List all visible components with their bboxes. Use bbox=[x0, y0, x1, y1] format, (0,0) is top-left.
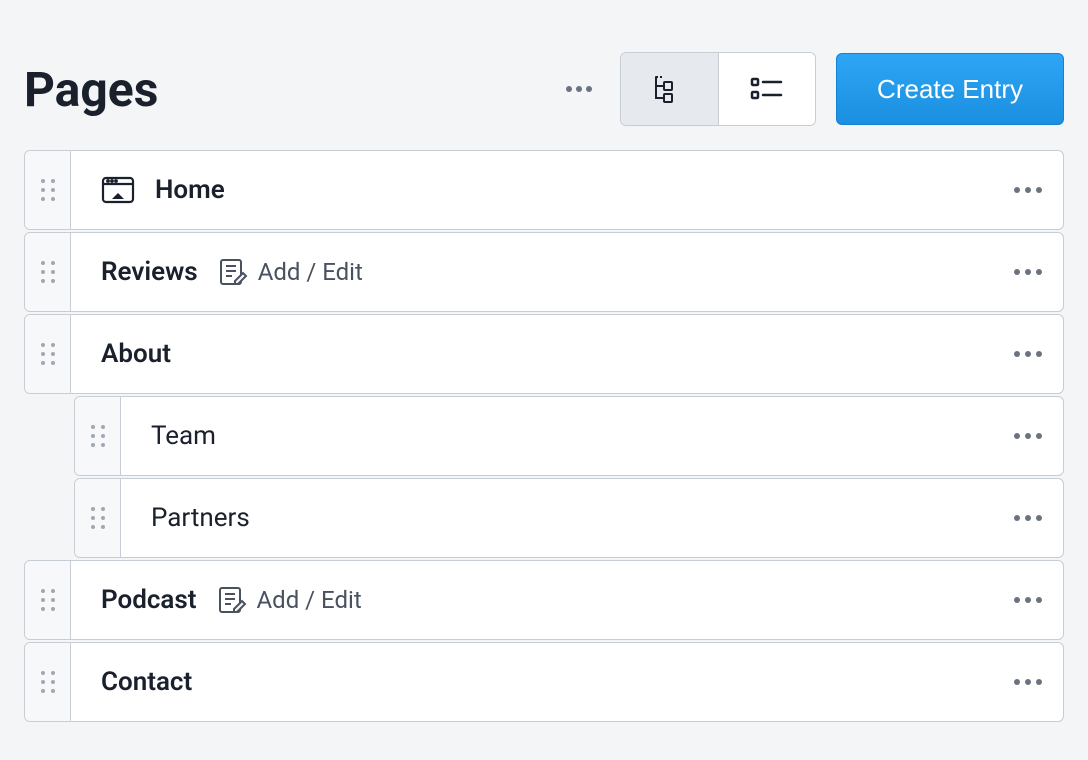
add-edit-label: Add / Edit bbox=[257, 586, 362, 614]
list-item: Podcast Add / Edit bbox=[24, 560, 1064, 640]
more-icon bbox=[1014, 597, 1042, 603]
list-item: Home bbox=[24, 150, 1064, 230]
list-icon bbox=[749, 74, 785, 104]
more-icon bbox=[1014, 269, 1042, 275]
more-icon bbox=[1014, 515, 1042, 521]
row-more-button[interactable] bbox=[993, 561, 1063, 639]
add-edit-label: Add / Edit bbox=[258, 258, 363, 286]
list-item-label: Partners bbox=[151, 503, 250, 533]
home-icon bbox=[101, 175, 135, 205]
list-view-button[interactable] bbox=[718, 53, 815, 125]
list-item-main[interactable]: Podcast Add / Edit bbox=[71, 561, 993, 639]
drag-handle[interactable] bbox=[25, 561, 71, 639]
drag-icon bbox=[41, 589, 55, 611]
drag-handle[interactable] bbox=[25, 233, 71, 311]
row-more-button[interactable] bbox=[993, 643, 1063, 721]
drag-handle[interactable] bbox=[75, 397, 121, 475]
list-item: Partners bbox=[74, 478, 1064, 558]
pages-list: Home Reviews Add / E bbox=[0, 150, 1088, 722]
row-more-button[interactable] bbox=[993, 233, 1063, 311]
drag-handle[interactable] bbox=[25, 643, 71, 721]
drag-icon bbox=[41, 261, 55, 283]
list-item-label: Reviews bbox=[101, 257, 198, 287]
more-icon bbox=[1014, 351, 1042, 357]
row-more-button[interactable] bbox=[993, 479, 1063, 557]
more-icon bbox=[1014, 433, 1042, 439]
list-item-label: Home bbox=[155, 175, 225, 205]
list-item-label: Podcast bbox=[101, 585, 197, 615]
drag-handle[interactable] bbox=[25, 315, 71, 393]
drag-handle[interactable] bbox=[75, 479, 121, 557]
row-more-button[interactable] bbox=[993, 315, 1063, 393]
list-item-label: Team bbox=[151, 421, 216, 451]
edit-list-icon bbox=[218, 257, 248, 287]
list-item-main[interactable]: Partners bbox=[121, 479, 993, 557]
tree-icon bbox=[652, 74, 688, 104]
list-item-label: Contact bbox=[101, 667, 192, 697]
list-item: Reviews Add / Edit bbox=[24, 232, 1064, 312]
list-item-main[interactable]: About bbox=[71, 315, 993, 393]
list-item: Team bbox=[74, 396, 1064, 476]
list-item-main[interactable]: Team bbox=[121, 397, 993, 475]
list-item-main[interactable]: Contact bbox=[71, 643, 993, 721]
row-more-button[interactable] bbox=[993, 397, 1063, 475]
drag-icon bbox=[91, 507, 105, 529]
header-more-button[interactable] bbox=[558, 78, 600, 100]
drag-icon bbox=[91, 425, 105, 447]
list-item: About bbox=[24, 314, 1064, 394]
add-edit-link[interactable]: Add / Edit bbox=[218, 257, 363, 287]
list-item-label: About bbox=[101, 339, 171, 369]
list-item: Contact bbox=[24, 642, 1064, 722]
drag-icon bbox=[41, 671, 55, 693]
add-edit-link[interactable]: Add / Edit bbox=[217, 585, 362, 615]
drag-handle[interactable] bbox=[25, 151, 71, 229]
view-toggle bbox=[620, 52, 816, 126]
tree-view-button[interactable] bbox=[621, 53, 718, 125]
page-title: Pages bbox=[24, 61, 158, 118]
row-more-button[interactable] bbox=[993, 151, 1063, 229]
drag-icon bbox=[41, 343, 55, 365]
more-icon bbox=[1014, 187, 1042, 193]
create-entry-button[interactable]: Create Entry bbox=[836, 53, 1064, 125]
edit-list-icon bbox=[217, 585, 247, 615]
drag-icon bbox=[41, 179, 55, 201]
list-item-main[interactable]: Home bbox=[71, 151, 993, 229]
list-item-main[interactable]: Reviews Add / Edit bbox=[71, 233, 993, 311]
more-icon bbox=[1014, 679, 1042, 685]
